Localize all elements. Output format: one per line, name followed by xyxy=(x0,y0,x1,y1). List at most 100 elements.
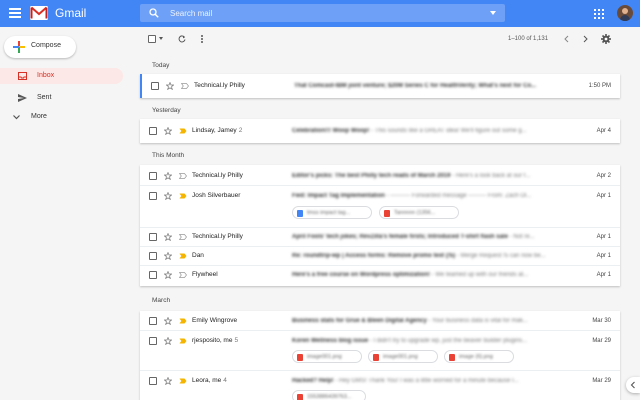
email-sender: Technical.ly Philly xyxy=(192,172,243,179)
star-icon[interactable] xyxy=(166,82,174,90)
star-icon[interactable] xyxy=(164,172,172,180)
compose-label: Compose xyxy=(31,42,61,49)
row-checkbox[interactable] xyxy=(149,172,157,180)
star-icon[interactable] xyxy=(164,127,172,135)
email-date: Apr 1 xyxy=(596,193,611,199)
important-marker-icon[interactable] xyxy=(179,378,187,384)
search-bar[interactable] xyxy=(140,4,505,22)
attachment-name: image001.png xyxy=(383,354,418,360)
search-input[interactable] xyxy=(170,6,480,20)
email-row[interactable]: Technical.ly Philly April Fools' tech jo… xyxy=(140,228,620,247)
attachment-chip[interactable]: image001.png xyxy=(368,350,438,363)
chevron-left-icon[interactable] xyxy=(563,35,571,43)
image-file-icon xyxy=(297,354,303,361)
email-sender: Flywheel xyxy=(192,271,218,278)
email-row[interactable]: Flywheel Here's a free course on Wordpre… xyxy=(140,266,620,286)
sidebar-item-inbox[interactable]: Inbox xyxy=(0,68,123,84)
star-icon[interactable] xyxy=(164,377,172,385)
top-bar: Gmail xyxy=(0,0,640,27)
side-panel-toggle[interactable] xyxy=(626,377,640,393)
attachment-chip[interactable]: 1553886439763... xyxy=(292,390,366,400)
email-row[interactable]: rjesposito, me 5 Koren Wellness blog issu… xyxy=(140,331,620,371)
email-preview: Fwd: Impact Tag Implementation - -------… xyxy=(292,193,532,199)
apps-grid-icon[interactable] xyxy=(594,9,604,19)
star-icon[interactable] xyxy=(164,337,172,345)
star-icon[interactable] xyxy=(164,252,172,260)
select-options-icon[interactable] xyxy=(159,37,163,40)
search-options-icon[interactable] xyxy=(490,11,496,15)
important-marker-icon[interactable] xyxy=(179,128,187,134)
main-menu-icon[interactable] xyxy=(9,8,21,18)
email-sender: rjesposito, me 5 xyxy=(192,337,239,344)
email-preview: That Comcast-IBM joint venture; $20M Ser… xyxy=(294,83,537,89)
mail-toolbar: 1–100 of 1,131 xyxy=(140,27,620,51)
attachment-name: image001.png xyxy=(307,354,342,360)
email-row[interactable]: Emily Wingrove Business stats for Grue &… xyxy=(140,311,620,331)
sidebar-item-sent[interactable]: Sent xyxy=(0,90,123,106)
email-row[interactable]: Technical.ly Philly Editor's picks: The … xyxy=(140,165,620,186)
row-checkbox[interactable] xyxy=(149,317,157,325)
compose-button[interactable]: Compose xyxy=(4,36,76,58)
refresh-icon[interactable] xyxy=(178,35,186,43)
chevron-right-icon[interactable] xyxy=(581,35,589,43)
email-row[interactable]: Dan Re: roundtrip-wp | Access forms: Rem… xyxy=(140,247,620,266)
row-checkbox[interactable] xyxy=(149,192,157,200)
email-row[interactable]: Leora, me 4 Hacked? Help! - Hey GMS! Than… xyxy=(140,371,620,400)
row-checkbox[interactable] xyxy=(149,233,157,241)
row-checkbox[interactable] xyxy=(149,377,157,385)
more-options-icon[interactable] xyxy=(201,35,203,45)
sidebar-item-label: More xyxy=(31,113,47,120)
important-marker-icon[interactable] xyxy=(179,193,187,199)
important-marker-icon[interactable] xyxy=(179,338,187,344)
email-row[interactable]: Josh Silverbauer Fwd: Impact Tag Impleme… xyxy=(140,186,620,228)
row-checkbox[interactable] xyxy=(149,271,157,279)
section-label-march: March xyxy=(152,297,171,304)
star-icon[interactable] xyxy=(164,192,172,200)
image-file-icon xyxy=(384,210,390,217)
row-checkbox[interactable] xyxy=(149,252,157,260)
section-label-this-month: This Month xyxy=(152,152,185,159)
chevron-left-icon xyxy=(630,381,635,389)
email-preview: Koren Wellness blog issue - I didn't try… xyxy=(292,338,528,344)
email-row[interactable]: Technical.ly Philly That Comcast-IBM joi… xyxy=(140,74,620,98)
attachment-name: Tannnnn (1356... xyxy=(394,210,436,216)
avatar[interactable] xyxy=(617,5,633,21)
row-checkbox[interactable] xyxy=(149,127,157,135)
email-preview: Editor's picks: The best Philly tech rea… xyxy=(292,173,531,179)
important-marker-icon[interactable] xyxy=(179,253,187,259)
important-marker-icon[interactable] xyxy=(181,83,189,89)
plus-icon xyxy=(13,41,25,53)
attachment-chip[interactable]: image001.png xyxy=(292,350,362,363)
star-icon[interactable] xyxy=(164,317,172,325)
email-preview: Celebration!!! Woop Woop! - This sounds … xyxy=(292,128,527,134)
gmail-logo-icon[interactable] xyxy=(30,6,48,20)
send-icon xyxy=(18,94,27,102)
email-group-yesterday: Lindsay, Jamey 2 Celebration!!! Woop Woop… xyxy=(140,119,620,143)
attachment-chip[interactable]: Tannnnn (1356... xyxy=(379,206,459,219)
star-icon[interactable] xyxy=(164,271,172,279)
email-date: Mar 29 xyxy=(592,338,611,344)
important-marker-icon[interactable] xyxy=(179,272,187,278)
select-all-checkbox[interactable] xyxy=(148,35,156,43)
attachment-chip[interactable]: tmss impact tag... xyxy=(292,206,372,219)
important-marker-icon[interactable] xyxy=(179,318,187,324)
attachment-name: 1553886439763... xyxy=(307,394,352,400)
chevron-down-icon xyxy=(13,115,20,120)
important-marker-icon[interactable] xyxy=(179,234,187,240)
star-icon[interactable] xyxy=(164,233,172,241)
gear-icon[interactable] xyxy=(601,34,611,44)
important-marker-icon[interactable] xyxy=(179,173,187,179)
email-group-this-month: Technical.ly Philly Editor's picks: The … xyxy=(140,165,620,286)
search-icon[interactable] xyxy=(149,8,159,18)
sidebar-item-more[interactable]: More xyxy=(0,109,123,125)
email-preview: April Fools' tech jokes; RevZilla's fema… xyxy=(292,234,535,240)
brand-name: Gmail xyxy=(55,6,87,20)
email-row[interactable]: Lindsay, Jamey 2 Celebration!!! Woop Woop… xyxy=(140,119,620,143)
email-date: Apr 1 xyxy=(596,253,611,259)
email-date: Apr 4 xyxy=(596,128,611,134)
row-checkbox[interactable] xyxy=(149,337,157,345)
email-sender: Josh Silverbauer xyxy=(192,192,241,199)
section-label-yesterday: Yesterday xyxy=(152,107,181,114)
attachment-chip[interactable]: image (6).png xyxy=(444,350,514,363)
row-checkbox[interactable] xyxy=(151,82,159,90)
